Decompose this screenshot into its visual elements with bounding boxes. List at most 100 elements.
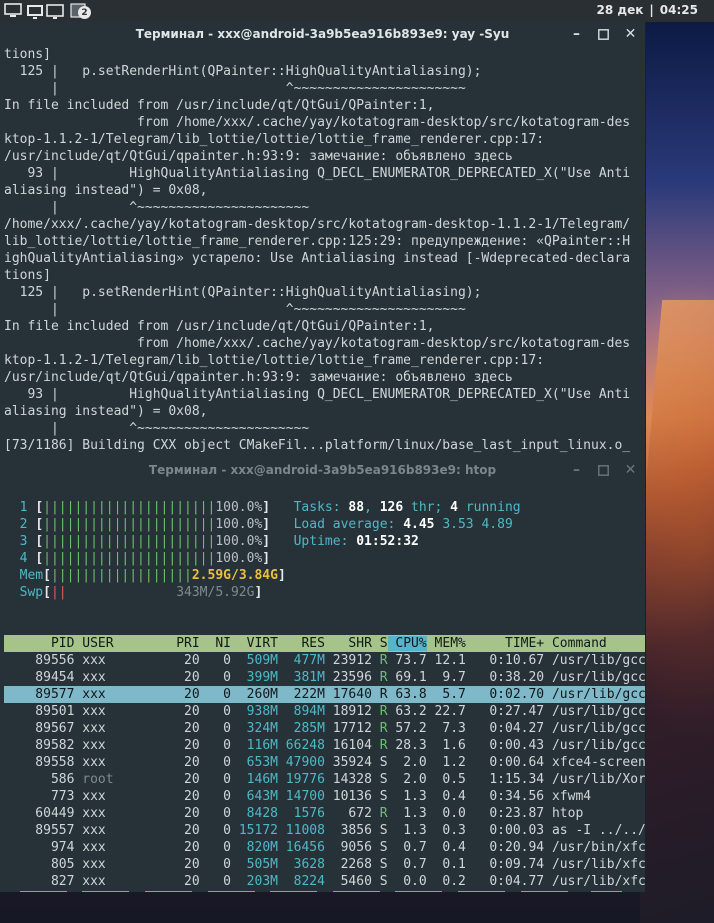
cell-ni: 0 [199, 721, 232, 736]
cell-command: /usr/lib/Xorg : [551, 772, 645, 787]
cpu-bar: |||||||||||||||||||||| [43, 517, 216, 532]
cpu-label: 4 [4, 551, 36, 566]
cell-mem: 0.5 [426, 772, 466, 787]
minimize-button[interactable]: – [570, 25, 583, 43]
column-header-mem[interactable]: MEM% [427, 636, 466, 651]
column-header-res[interactable]: RES [278, 636, 325, 651]
column-header-shr[interactable]: SHR [325, 636, 372, 651]
column-header-ni[interactable]: NI [200, 636, 231, 651]
app-menu-icon[interactable] [4, 2, 22, 20]
column-header-s[interactable]: S [372, 636, 388, 651]
cell-ni: 0 [199, 874, 232, 889]
terminal-line: /usr/include/qt/QtGui/qpainter.h:93:9: з… [4, 370, 513, 385]
process-row[interactable]: 974 xxx 20 0 820M 16456 9056 S 0.7 0.4 0… [4, 839, 645, 856]
cell-command: /usr/lib/xfce4/ [551, 874, 645, 889]
process-row[interactable]: 89557 xxx 20 0 15172 11008 3856 S 1.3 0.… [4, 822, 645, 839]
cell-command: /usr/lib/gcc/x8 [551, 670, 645, 685]
load-15: 4.89 [481, 517, 513, 532]
fkey-f2[interactable]: F2Setup [67, 891, 130, 892]
htop-screen[interactable]: 1 [||||||||||||||||||||||100.0%] Tasks: … [0, 482, 645, 892]
cell-pid: 89454 [4, 670, 75, 685]
cell-state: S [371, 857, 388, 872]
cell-shr: 17712 [324, 721, 372, 736]
cell-virt: 203M [231, 874, 278, 889]
process-row[interactable]: 89558 xxx 20 0 653M 47900 35924 S 2.0 1.… [4, 754, 645, 771]
cell-virt: 8428 [231, 806, 278, 821]
column-header-pri[interactable]: PRI [153, 636, 200, 651]
close-button[interactable]: ✕ [624, 25, 637, 43]
cell-pid: 89558 [4, 755, 75, 770]
workspace-switcher-icon[interactable] [26, 2, 66, 20]
task-count-badge: 2 [78, 6, 91, 19]
bracket-close: ] [262, 500, 271, 515]
process-row[interactable]: 89556 xxx 20 0 509M 477M 23912 R 73.7 12… [4, 652, 645, 669]
cell-mem: 12.1 [426, 653, 466, 668]
process-row[interactable]: 60449 xxx 20 0 8428 1576 672 R 1.3 0.0 0… [4, 805, 645, 822]
column-header-virt[interactable]: VIRT [231, 636, 278, 651]
terminal-line: | ^~~~~~~~~~~~~~~~~~~~~~~ [4, 421, 310, 436]
bracket-close: ] [254, 585, 263, 600]
titlebar-htop[interactable]: Терминал - xxx@android-3a9b5ea916b893e9:… [0, 458, 645, 482]
cell-cpu: 0.7 [387, 857, 427, 872]
terminal-line: /home/xxx/.cache/yay/kotatogram-desktop/… [4, 217, 631, 232]
htop-line: 2 [||||||||||||||||||||||100.0%] Load av… [4, 516, 645, 533]
process-row[interactable]: 805 xxx 20 0 505M 3628 2268 S 0.7 0.1 0:… [4, 856, 645, 873]
fkey-f8[interactable]: F8Nice + [442, 891, 505, 892]
process-row[interactable]: 827 xxx 20 0 203M 8224 5460 S 0.0 0.2 0:… [4, 873, 645, 890]
window-title: Терминал - xxx@android-3a9b5ea916b893e9:… [148, 463, 497, 477]
terminal-window-htop[interactable]: Терминал - xxx@android-3a9b5ea916b893e9:… [0, 458, 646, 892]
fkey-f4[interactable]: F4Filter [192, 891, 255, 892]
process-row[interactable]: 89567 xxx 20 0 324M 285M 17712 R 57.2 7.… [4, 720, 645, 737]
terminal-line: from /home/xxx/.cache/yay/kotatogram-des… [4, 115, 631, 130]
cell-time: 0:27.47 [465, 704, 545, 719]
process-row[interactable]: 89454 xxx 20 0 399M 381M 23596 R 69.1 9.… [4, 669, 645, 686]
cell-state: S [371, 874, 388, 889]
maximize-button[interactable] [597, 25, 610, 43]
maximize-button[interactable] [597, 461, 610, 479]
cell-state: R [371, 738, 388, 753]
close-button[interactable]: ✕ [624, 461, 637, 479]
column-header-time[interactable]: TIME+ [466, 636, 544, 651]
terminal-line: 93 | HighQualityAntialiasing Q_DECL_ENUM… [4, 166, 631, 181]
running-label: running [458, 500, 521, 515]
panel-clock[interactable]: 28 дек | 04:25 [597, 3, 698, 17]
fkey-f5[interactable]: F5Tree [255, 891, 318, 892]
cell-ni: 0 [199, 772, 232, 787]
cell-user: root [74, 772, 153, 787]
cell-pri: 20 [152, 653, 200, 668]
column-header-user[interactable]: USER [74, 636, 152, 651]
cell-shr: 14328 [324, 772, 372, 787]
process-row[interactable]: 773 xxx 20 0 643M 14700 10136 S 1.3 0.4 … [4, 788, 645, 805]
fkey-f9[interactable]: F9Kill [505, 891, 568, 892]
cell-ni: 0 [199, 806, 232, 821]
fkey-f1[interactable]: F1Help [4, 891, 67, 892]
cell-cpu: 63.8 [387, 687, 427, 702]
cell-pid: 89577 [4, 687, 75, 702]
process-row[interactable]: 89582 xxx 20 0 116M 66248 16104 R 28.3 1… [4, 737, 645, 754]
column-header-cpu[interactable]: CPU% [387, 636, 427, 651]
titlebar-yay[interactable]: Терминал - xxx@android-3a9b5ea916b893e9:… [0, 22, 645, 46]
column-header-command[interactable]: Command [544, 636, 645, 651]
terminal-line: tions] [4, 268, 51, 283]
fkey-label: Tree [270, 891, 318, 892]
fkey-f10[interactable]: F10Quit [568, 891, 623, 892]
cell-mem: 0.4 [426, 789, 466, 804]
fkey-key: F3 [129, 891, 145, 892]
process-row[interactable]: 89577 xxx 20 0 260M 222M 17640 R 63.8 5.… [4, 686, 645, 703]
terminal-window-yay[interactable]: Терминал - xxx@android-3a9b5ea916b893e9:… [0, 22, 646, 458]
cell-state: S [371, 789, 388, 804]
cell-shr: 16104 [324, 738, 372, 753]
fkey-f3[interactable]: F3Search [129, 891, 192, 892]
process-row[interactable]: 89501 xxx 20 0 938M 894M 18912 R 63.2 22… [4, 703, 645, 720]
terminal-output[interactable]: tions] 125 | p.setRenderHint(QPainter::H… [0, 46, 645, 458]
column-header-pid[interactable]: PID [4, 636, 75, 651]
terminal-line: aliasing instead") = 0x08, [4, 183, 208, 198]
fkey-f7[interactable]: F7Nice - [380, 891, 443, 892]
minimize-button[interactable]: – [570, 461, 583, 479]
cell-shr: 35924 [324, 755, 372, 770]
terminal-line: ighQualityAntialiasing» устарело: Use An… [4, 251, 631, 266]
cell-pri: 20 [152, 874, 200, 889]
fkey-f6[interactable]: F6SortBy [317, 891, 380, 892]
process-row[interactable]: 586 root 20 0 146M 19776 14328 S 2.0 0.5… [4, 771, 645, 788]
htop-line: Mem[||||||||||||||||||2.59G/3.84G] [4, 567, 645, 584]
